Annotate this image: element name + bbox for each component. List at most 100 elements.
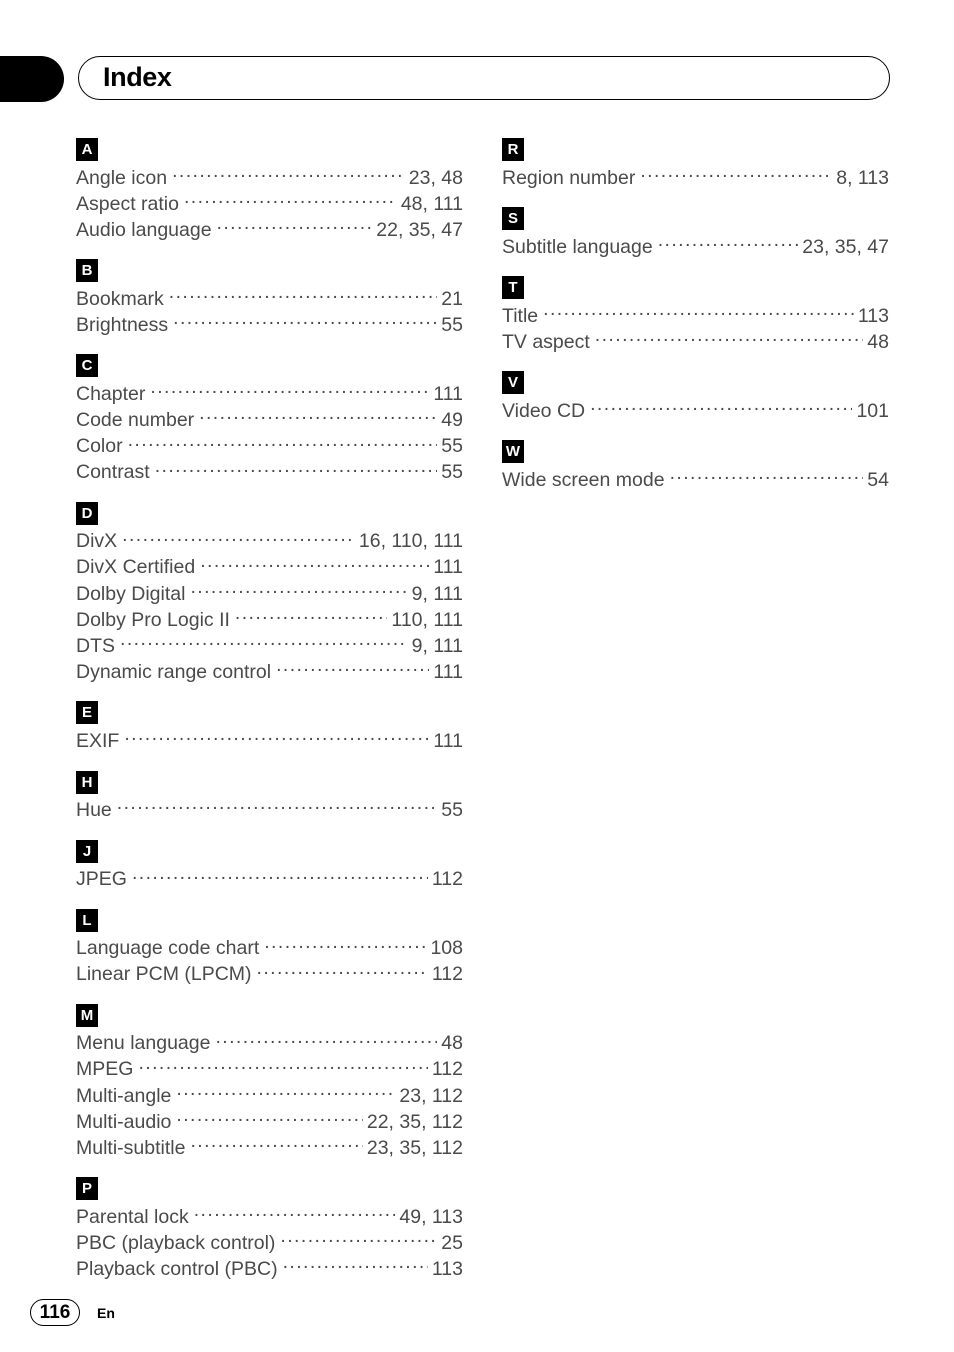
index-entry-list: EXIF 111 [76, 727, 463, 753]
index-entry-list: Title 113 TV aspect 48 [502, 302, 889, 354]
index-entry-label: Playback control (PBC) [76, 1258, 278, 1281]
section-letter-badge: R [502, 138, 524, 161]
index-entry-label: Parental lock [76, 1205, 189, 1228]
index-entry[interactable]: Angle icon 23, 48 [76, 164, 463, 190]
index-section-a: A Angle icon23, 48Aspect ratio48, 111Audi… [76, 138, 463, 242]
section-letter-badge: W [502, 440, 524, 464]
index-entry-list: JPEG 112 [76, 866, 463, 892]
index-entry[interactable]: Code number 49 [76, 407, 463, 433]
index-entry[interactable]: Video CD 101 [502, 397, 889, 423]
index-entry[interactable]: MPEG 112 [76, 1056, 463, 1082]
index-entry[interactable]: Dynamic range control 111 [76, 658, 463, 684]
index-entry-pages: 111 [433, 660, 463, 683]
index-entry-pages: 22, 35, 47 [376, 218, 463, 241]
header-title-box: Index [78, 56, 890, 100]
index-entry[interactable]: Playback control (PBC) 113 [76, 1256, 463, 1282]
index-entry-pages: 112 [431, 1058, 463, 1081]
index-entry[interactable]: Contrast 55 [76, 459, 463, 485]
dot-leader [138, 1056, 427, 1076]
index-entry[interactable]: Multi-audio 22, 35, 112 [76, 1108, 463, 1134]
section-letter-badge: A [76, 138, 98, 161]
dot-leader [124, 727, 429, 747]
index-entry[interactable]: Color 55 [76, 433, 463, 459]
page-title: Index [103, 61, 172, 92]
page-header: Index [0, 56, 954, 104]
dot-leader [117, 797, 438, 817]
index-entry-list: DivX16, 110, 111DivX Certified111Dolby D… [76, 528, 463, 685]
index-entry-pages: 108 [430, 937, 463, 960]
index-entry-label: Subtitle language [502, 235, 653, 258]
index-section-h: H Hue 55 [76, 770, 463, 823]
index-entry[interactable]: Multi-angle 23, 112 [76, 1082, 463, 1108]
index-entry[interactable]: Bookmark 21 [76, 285, 463, 311]
dot-leader [670, 466, 864, 486]
dot-leader [122, 528, 355, 548]
dot-leader [264, 935, 426, 955]
index-entry-pages: 112 [431, 963, 463, 986]
index-entry[interactable]: JPEG 112 [76, 866, 463, 892]
index-entry[interactable]: Multi-subtitle 23, 35, 112 [76, 1134, 463, 1160]
dot-leader [190, 580, 407, 600]
index-entry[interactable]: Title 113 [502, 302, 889, 328]
index-entry[interactable]: Menu language 48 [76, 1030, 463, 1056]
index-entry[interactable]: Chapter 111 [76, 380, 463, 406]
index-entry-pages: 49 [441, 409, 463, 432]
index-entry-pages: 25 [441, 1231, 463, 1254]
index-entry-label: Dynamic range control [76, 660, 272, 683]
dot-leader [235, 606, 388, 626]
dot-leader [172, 164, 405, 184]
dot-leader [215, 1030, 437, 1050]
index-entry-label: Multi-audio [76, 1110, 172, 1133]
index-entry[interactable]: Dolby Digital 9, 111 [76, 580, 463, 606]
index-entry[interactable]: PBC (playback control) 25 [76, 1229, 463, 1255]
index-entry-list: Chapter 111 Code number 49 Color 55 Contrast 55 [76, 380, 463, 484]
section-letter-badge: E [76, 701, 98, 725]
index-entry[interactable]: Subtitle language 23, 35, 47 [502, 233, 889, 259]
index-entry-label: DivX Certified [76, 556, 196, 579]
index-entry[interactable]: DivX 16, 110, 111 [76, 528, 463, 554]
page-language-code: En [97, 1304, 115, 1321]
page-number: 116 [30, 1299, 80, 1326]
index-entry-pages: 48, 111 [400, 192, 463, 215]
index-entry[interactable]: Parental lock 49, 113 [76, 1203, 463, 1229]
index-entry[interactable]: Dolby Pro Logic II 110, 111 [76, 606, 463, 632]
index-entry[interactable]: Linear PCM (LPCM) 112 [76, 961, 463, 987]
index-entry-label: Linear PCM (LPCM) [76, 963, 252, 986]
index-entry[interactable]: Aspect ratio 48, 111 [76, 190, 463, 216]
dot-leader [257, 961, 428, 981]
dot-leader [640, 164, 832, 184]
index-entry-label: TV aspect [502, 330, 590, 353]
index-section-s: S Subtitle language 23, 35, 47 [502, 207, 889, 259]
section-letter-badge: B [76, 259, 98, 283]
dot-leader [276, 658, 429, 678]
dot-leader [280, 1229, 437, 1249]
index-entry-pages: 49, 113 [399, 1205, 463, 1228]
dot-leader [199, 407, 437, 427]
section-letter-badge: H [76, 770, 98, 794]
index-entry-list: Language code chart 108 Linear PCM (LPCM) 1… [76, 935, 463, 987]
section-letter-badge: J [76, 839, 98, 863]
index-entry-list: Subtitle language 23, 35, 47 [502, 233, 889, 259]
index-section-v: V Video CD 101 [502, 371, 889, 423]
index-entry[interactable]: EXIF 111 [76, 727, 463, 753]
dot-leader [169, 285, 438, 305]
index-entry[interactable]: Brightness 55 [76, 311, 463, 337]
index-entry-label: Hue [76, 799, 112, 821]
section-letter-badge: P [76, 1177, 98, 1201]
index-entry[interactable]: Wide screen mode 54 [502, 466, 889, 492]
dot-leader [150, 380, 429, 400]
index-entry[interactable]: Region number 8, 113 [502, 164, 889, 190]
index-entry[interactable]: TV aspect 48 [502, 328, 889, 354]
index-entry-pages: 101 [856, 399, 889, 422]
index-entry[interactable]: DTS 9, 111 [76, 632, 463, 658]
dot-leader [132, 866, 428, 886]
index-entry-label: Contrast [76, 461, 150, 484]
index-entry[interactable]: DivX Certified 111 [76, 554, 463, 580]
index-entry[interactable]: Hue 55 [76, 797, 463, 823]
index-entry[interactable]: Audio language 22, 35, 47 [76, 216, 463, 242]
index-entry-label: EXIF [76, 729, 120, 752]
index-entry-pages: 23, 48 [408, 166, 463, 189]
index-section-m: M Menu language 48 MPEG 112 Multi-angle 23, 11… [76, 1003, 463, 1160]
index-entry-list: Parental lock 49, 113PBC (playback contro… [76, 1203, 463, 1281]
index-entry[interactable]: Language code chart 108 [76, 935, 463, 961]
